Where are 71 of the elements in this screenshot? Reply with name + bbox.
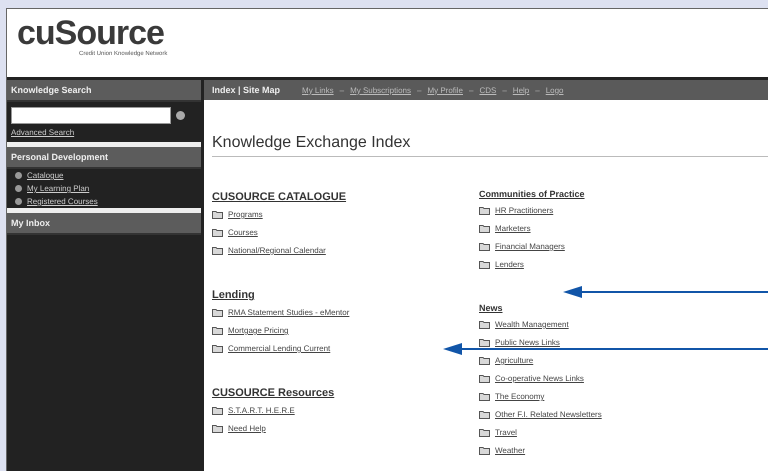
index-link[interactable]: Agriculture <box>495 356 534 365</box>
folder-icon <box>212 308 223 317</box>
index-link[interactable]: S.T.A.R.T. H.E.R.E <box>228 406 295 415</box>
folder-icon <box>212 210 223 219</box>
index-link[interactable]: Mortgage Pricing <box>228 326 288 335</box>
index-sitemap-links[interactable]: Index | Site Map <box>212 85 280 95</box>
folder-icon <box>479 242 490 251</box>
folder-icon <box>212 246 223 255</box>
sidebar-header: Personal Development <box>7 147 201 169</box>
index-link[interactable]: Programs <box>228 210 263 219</box>
index-link[interactable]: Commercial Lending Current <box>228 344 330 353</box>
nav-separator: – <box>416 86 422 94</box>
folder-icon <box>479 260 490 269</box>
nav-separator: – <box>469 86 474 94</box>
section-heading-link[interactable]: CUSOURCE Resources <box>212 387 334 399</box>
folder-icon <box>479 206 490 215</box>
folder-icon <box>212 406 223 415</box>
sidebar-link[interactable]: Registered Courses <box>27 197 98 206</box>
folder-icon <box>479 446 490 455</box>
search-field[interactable] <box>11 107 171 124</box>
index-link[interactable]: National/Regional Calendar <box>228 246 326 255</box>
nav-link[interactable]: CDS <box>479 86 496 94</box>
section-heading-link[interactable]: News <box>479 303 503 313</box>
sidebar-header: Knowledge Search <box>7 80 201 102</box>
index-link[interactable]: Co-operative News Links <box>495 374 584 383</box>
advanced-search-link[interactable]: Advanced Search <box>7 126 201 142</box>
folder-icon <box>479 356 490 365</box>
folder-icon <box>212 424 223 433</box>
sidebar-link[interactable]: Catalogue <box>27 171 64 180</box>
index-link[interactable]: Travel <box>495 428 517 437</box>
nav-separator: – <box>340 86 344 94</box>
section-heading-link[interactable]: Lending <box>212 289 255 301</box>
folder-icon <box>479 320 490 329</box>
nav-separator: – <box>502 86 507 94</box>
folder-icon <box>479 392 490 401</box>
nav-link[interactable]: My Profile <box>427 86 463 94</box>
sidebar-link[interactable]: My Learning Plan <box>27 184 90 193</box>
folder-icon <box>212 326 223 335</box>
bullet-icon <box>15 198 22 205</box>
index-link[interactable]: Weather <box>495 446 526 455</box>
index-link[interactable]: Lenders <box>495 260 524 269</box>
folder-icon <box>479 338 490 347</box>
folder-icon <box>212 344 223 353</box>
index-link[interactable]: RMA Statement Studies - eMentor <box>228 308 350 317</box>
index-link[interactable]: The Economy <box>495 392 544 401</box>
index-link[interactable]: Public News Links <box>495 338 560 347</box>
index-link[interactable]: HR Practitioners <box>495 206 554 215</box>
index-link[interactable]: Financial Managers <box>495 242 565 251</box>
folder-icon <box>479 224 490 233</box>
bullet-icon <box>15 185 22 192</box>
nav-link[interactable]: Help <box>512 86 530 94</box>
folder-icon <box>212 228 223 237</box>
index-link[interactable]: Need Help <box>228 424 266 433</box>
sidebar-header: My Inbox <box>7 213 201 235</box>
logo-wordmark: cuSource <box>17 15 164 51</box>
section-heading-link[interactable]: Communities of Practice <box>479 189 585 199</box>
index-link[interactable]: Courses <box>228 228 258 237</box>
folder-icon <box>479 374 490 383</box>
nav-link[interactable]: My Subscriptions <box>350 86 411 94</box>
folder-icon <box>479 428 490 437</box>
index-link[interactable]: Marketers <box>495 224 531 233</box>
index-link[interactable]: Wealth Management <box>495 320 569 329</box>
search-go-icon[interactable] <box>176 111 185 120</box>
section-heading-link[interactable]: CUSOURCE CATALOGUE <box>212 191 346 203</box>
index-link[interactable]: Other F.I. Related Newsletters <box>495 410 602 419</box>
nav-link[interactable]: Logo <box>546 86 564 94</box>
nav-link[interactable]: My Links <box>302 86 334 94</box>
page-title: Knowledge Exchange Index <box>212 134 768 157</box>
nav-separator: – <box>535 86 540 94</box>
folder-icon <box>479 410 490 419</box>
bullet-icon <box>15 172 22 179</box>
